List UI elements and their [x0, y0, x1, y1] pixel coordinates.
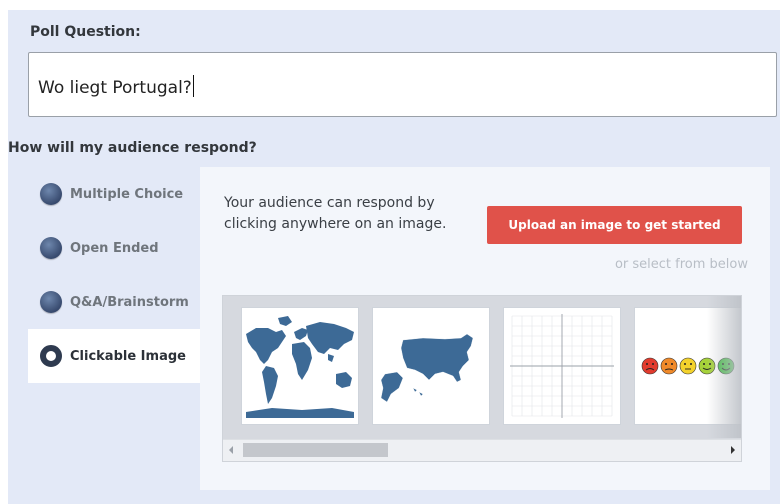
response-type-label: Q&A/Brainstorm [70, 294, 189, 310]
clickable-image-options: Your audience can respond by clicking an… [200, 167, 770, 490]
thumbnail-smiley-scale[interactable] [634, 307, 741, 425]
scroll-right-icon[interactable] [731, 446, 735, 454]
scroll-left-icon[interactable] [229, 446, 233, 454]
poll-question-value: Wo liegt Portugal? [38, 78, 192, 98]
response-type-clickable-image[interactable]: Clickable Image [28, 329, 200, 383]
poll-question-label: Poll Question: [30, 24, 141, 40]
grid-icon [510, 314, 614, 418]
gallery-scrollbar[interactable] [223, 439, 741, 461]
poll-editor-panel: Poll Question: Wo liegt Portugal? How wi… [8, 10, 780, 504]
smiley-scale-icon [641, 357, 735, 375]
upload-image-button[interactable]: Upload an image to get started [487, 206, 742, 244]
scrollbar-thumb[interactable] [243, 443, 388, 457]
usa-map-icon [380, 333, 474, 403]
response-type-qa-brainstorm[interactable]: Q&A/Brainstorm [28, 275, 200, 329]
or-select-hint: or select from below [614, 257, 748, 272]
response-type-label: Clickable Image [70, 348, 186, 364]
image-gallery [222, 295, 742, 462]
text-caret [192, 75, 194, 97]
poll-question-text: Wo liegt Portugal? [38, 75, 194, 98]
radio-selected-icon [40, 345, 62, 367]
radio-icon [40, 183, 62, 205]
thumbnail-world-map[interactable] [241, 307, 359, 425]
respond-label: How will my audience respond? [8, 140, 257, 156]
response-type-multiple-choice[interactable]: Multiple Choice [28, 167, 200, 221]
radio-icon [40, 237, 62, 259]
response-type-label: Multiple Choice [70, 186, 184, 202]
response-type-list: Multiple Choice Open Ended Q&A/Brainstor… [28, 167, 200, 383]
thumbnail-coordinate-grid[interactable] [503, 307, 621, 425]
world-map-icon [246, 316, 354, 418]
thumbnail-usa-map[interactable] [372, 307, 490, 425]
clickable-image-description: Your audience can respond by clicking an… [224, 195, 447, 232]
response-type-label: Open Ended [70, 240, 159, 256]
radio-icon [40, 291, 62, 313]
response-type-open-ended[interactable]: Open Ended [28, 221, 200, 275]
